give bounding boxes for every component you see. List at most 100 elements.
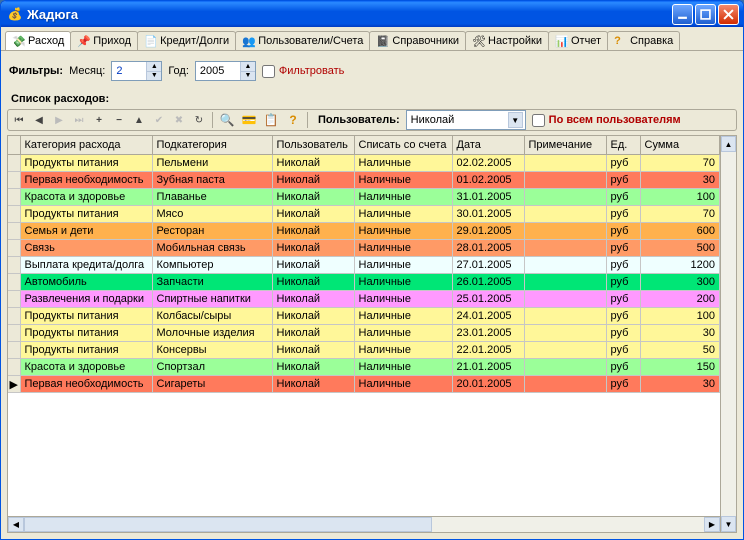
table-row[interactable]: Красота и здоровьеСпортзалНиколайНаличны… bbox=[8, 359, 720, 376]
col-account[interactable]: Списать со счета bbox=[354, 136, 452, 155]
cell-subcategory[interactable]: Молочные изделия bbox=[152, 325, 272, 342]
all-users-toggle[interactable]: По всем пользователям bbox=[532, 114, 681, 127]
table-row[interactable]: Продукты питанияПельмениНиколайНаличные0… bbox=[8, 155, 720, 172]
cell-note[interactable] bbox=[524, 342, 606, 359]
close-button[interactable] bbox=[718, 4, 739, 25]
col-category[interactable]: Категория расхода bbox=[20, 136, 152, 155]
search-icon[interactable]: 🔍 bbox=[219, 112, 235, 128]
cell-date[interactable]: 28.01.2005 bbox=[452, 240, 524, 257]
cell-note[interactable] bbox=[524, 325, 606, 342]
cell-account[interactable]: Наличные bbox=[354, 376, 452, 393]
cell-note[interactable] bbox=[524, 359, 606, 376]
cell-category[interactable]: Первая необходимость bbox=[20, 376, 152, 393]
cell-note[interactable] bbox=[524, 189, 606, 206]
cell-category[interactable]: Красота и здоровье bbox=[20, 359, 152, 376]
table-row[interactable]: ▶Первая необходимостьСигаретыНиколайНали… bbox=[8, 376, 720, 393]
cell-subcategory[interactable]: Сигареты bbox=[152, 376, 272, 393]
tab-users[interactable]: 👥 Пользователи/Счета bbox=[235, 31, 370, 50]
cell-user[interactable]: Николай bbox=[272, 257, 354, 274]
cell-account[interactable]: Наличные bbox=[354, 325, 452, 342]
horizontal-scrollbar[interactable]: ◀ ▶ bbox=[8, 516, 720, 532]
cell-note[interactable] bbox=[524, 257, 606, 274]
month-spinner[interactable]: ▲▼ bbox=[111, 61, 162, 81]
cell-user[interactable]: Николай bbox=[272, 223, 354, 240]
filter-checkbox[interactable] bbox=[262, 65, 275, 78]
cell-sum[interactable]: 500 bbox=[640, 240, 720, 257]
scroll-down-icon[interactable]: ▼ bbox=[721, 516, 736, 532]
add-icon[interactable]: + bbox=[92, 113, 106, 127]
delete-icon[interactable]: − bbox=[112, 113, 126, 127]
cell-note[interactable] bbox=[524, 240, 606, 257]
spin-up-icon[interactable]: ▲ bbox=[147, 62, 161, 72]
cell-account[interactable]: Наличные bbox=[354, 172, 452, 189]
table-row[interactable]: Развлечения и подаркиСпиртные напиткиНик… bbox=[8, 291, 720, 308]
cell-sum[interactable]: 70 bbox=[640, 206, 720, 223]
cell-note[interactable] bbox=[524, 308, 606, 325]
user-select[interactable]: Николай ▼ bbox=[406, 110, 526, 130]
commit-icon[interactable]: ✔ bbox=[152, 113, 166, 127]
cell-unit[interactable]: руб bbox=[606, 342, 640, 359]
cell-note[interactable] bbox=[524, 274, 606, 291]
cell-note[interactable] bbox=[524, 291, 606, 308]
copy-icon[interactable]: 📋 bbox=[263, 112, 279, 128]
scroll-left-icon[interactable]: ◀ bbox=[8, 517, 24, 532]
cell-sum[interactable]: 300 bbox=[640, 274, 720, 291]
cell-date[interactable]: 31.01.2005 bbox=[452, 189, 524, 206]
cell-user[interactable]: Николай bbox=[272, 155, 354, 172]
year-input[interactable] bbox=[196, 62, 240, 80]
spin-down-icon[interactable]: ▼ bbox=[147, 72, 161, 81]
cancel-icon[interactable]: ✖ bbox=[172, 113, 186, 127]
tab-report[interactable]: 📊 Отчет bbox=[548, 31, 608, 50]
cell-subcategory[interactable]: Зубная паста bbox=[152, 172, 272, 189]
maximize-button[interactable] bbox=[695, 4, 716, 25]
cell-user[interactable]: Николай bbox=[272, 325, 354, 342]
table-row[interactable]: Первая необходимостьЗубная пастаНиколайН… bbox=[8, 172, 720, 189]
cell-user[interactable]: Николай bbox=[272, 342, 354, 359]
cell-note[interactable] bbox=[524, 172, 606, 189]
cell-account[interactable]: Наличные bbox=[354, 155, 452, 172]
cell-account[interactable]: Наличные bbox=[354, 240, 452, 257]
cell-unit[interactable]: руб bbox=[606, 257, 640, 274]
col-date[interactable]: Дата bbox=[452, 136, 524, 155]
nav-last-icon[interactable]: ⏭ bbox=[72, 113, 86, 127]
card-icon[interactable]: 💳 bbox=[241, 112, 257, 128]
cell-user[interactable]: Николай bbox=[272, 189, 354, 206]
cell-unit[interactable]: руб bbox=[606, 376, 640, 393]
scroll-thumb[interactable] bbox=[24, 517, 432, 532]
cell-note[interactable] bbox=[524, 223, 606, 240]
cell-user[interactable]: Николай bbox=[272, 308, 354, 325]
cell-user[interactable]: Николай bbox=[272, 172, 354, 189]
cell-user[interactable]: Николай bbox=[272, 291, 354, 308]
tab-help[interactable]: ? Справка bbox=[607, 31, 680, 50]
cell-user[interactable]: Николай bbox=[272, 206, 354, 223]
cell-category[interactable]: Продукты питания bbox=[20, 342, 152, 359]
cell-account[interactable]: Наличные bbox=[354, 189, 452, 206]
cell-date[interactable]: 23.01.2005 bbox=[452, 325, 524, 342]
cell-account[interactable]: Наличные bbox=[354, 359, 452, 376]
cell-account[interactable]: Наличные bbox=[354, 342, 452, 359]
tab-refs[interactable]: 📓 Справочники bbox=[369, 31, 466, 50]
tab-expenses[interactable]: 💸 Расход bbox=[5, 31, 71, 50]
cell-category[interactable]: Продукты питания bbox=[20, 155, 152, 172]
cell-category[interactable]: Семья и дети bbox=[20, 223, 152, 240]
cell-category[interactable]: Продукты питания bbox=[20, 206, 152, 223]
cell-subcategory[interactable]: Колбасы/сыры bbox=[152, 308, 272, 325]
cell-note[interactable] bbox=[524, 155, 606, 172]
titlebar[interactable]: 💰 Жадюга bbox=[1, 1, 743, 27]
cell-unit[interactable]: руб bbox=[606, 291, 640, 308]
expenses-table[interactable]: Категория расхода Подкатегория Пользоват… bbox=[8, 136, 720, 393]
cell-account[interactable]: Наличные bbox=[354, 291, 452, 308]
cell-category[interactable]: Выплата кредита/долга bbox=[20, 257, 152, 274]
col-sum[interactable]: Сумма bbox=[640, 136, 720, 155]
cell-sum[interactable]: 1200 bbox=[640, 257, 720, 274]
cell-sum[interactable]: 30 bbox=[640, 325, 720, 342]
table-row[interactable]: Семья и детиРесторанНиколайНаличные29.01… bbox=[8, 223, 720, 240]
cell-date[interactable]: 21.01.2005 bbox=[452, 359, 524, 376]
cell-date[interactable]: 22.01.2005 bbox=[452, 342, 524, 359]
table-row[interactable]: СвязьМобильная связьНиколайНаличные28.01… bbox=[8, 240, 720, 257]
cell-unit[interactable]: руб bbox=[606, 274, 640, 291]
all-users-checkbox[interactable] bbox=[532, 114, 545, 127]
cell-category[interactable]: Красота и здоровье bbox=[20, 189, 152, 206]
minimize-button[interactable] bbox=[672, 4, 693, 25]
spin-up-icon[interactable]: ▲ bbox=[241, 62, 255, 72]
